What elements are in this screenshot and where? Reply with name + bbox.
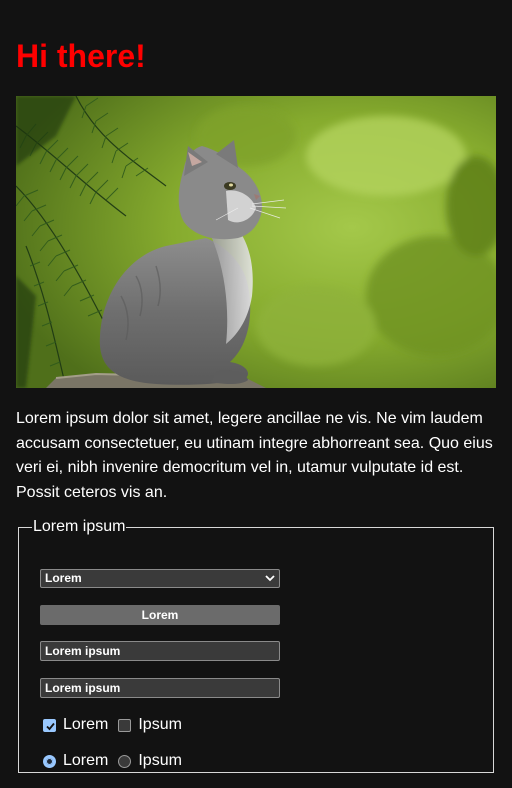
select-value: Lorem (45, 571, 82, 585)
checkbox-ipsum[interactable] (118, 718, 132, 732)
radio-ipsum[interactable] (118, 754, 132, 768)
form-fieldset: Lorem ipsum Lorem Lorem Lorem ipsum Lore… (18, 518, 494, 773)
text-input-1[interactable]: Lorem ipsum (40, 641, 280, 661)
text-input-2[interactable]: Lorem ipsum (40, 678, 280, 698)
form-legend: Lorem ipsum (33, 518, 126, 535)
page: Hi there! Lorem ipsum dolor sit amet, le… (0, 0, 512, 788)
radio-lorem[interactable] (43, 754, 56, 768)
checkbox-lorem[interactable] (43, 718, 56, 732)
page-heading: Hi there! (16, 38, 146, 74)
radio-lorem-label[interactable]: Lorem (63, 752, 108, 770)
radio-group: Lorem Ipsum (43, 751, 182, 771)
check-icon (46, 722, 55, 730)
radio-ipsum-label[interactable]: Ipsum (138, 752, 182, 770)
checkbox-ipsum-label[interactable]: Ipsum (138, 716, 182, 734)
chevron-down-icon (265, 575, 275, 582)
checkbox-group: Lorem Ipsum (43, 715, 182, 735)
intro-paragraph: Lorem ipsum dolor sit amet, legere ancil… (16, 410, 493, 501)
kitten-photo (16, 96, 496, 388)
lorem-button[interactable]: Lorem (40, 605, 280, 625)
lorem-select[interactable]: Lorem (40, 569, 280, 588)
checkbox-lorem-label[interactable]: Lorem (63, 716, 108, 734)
